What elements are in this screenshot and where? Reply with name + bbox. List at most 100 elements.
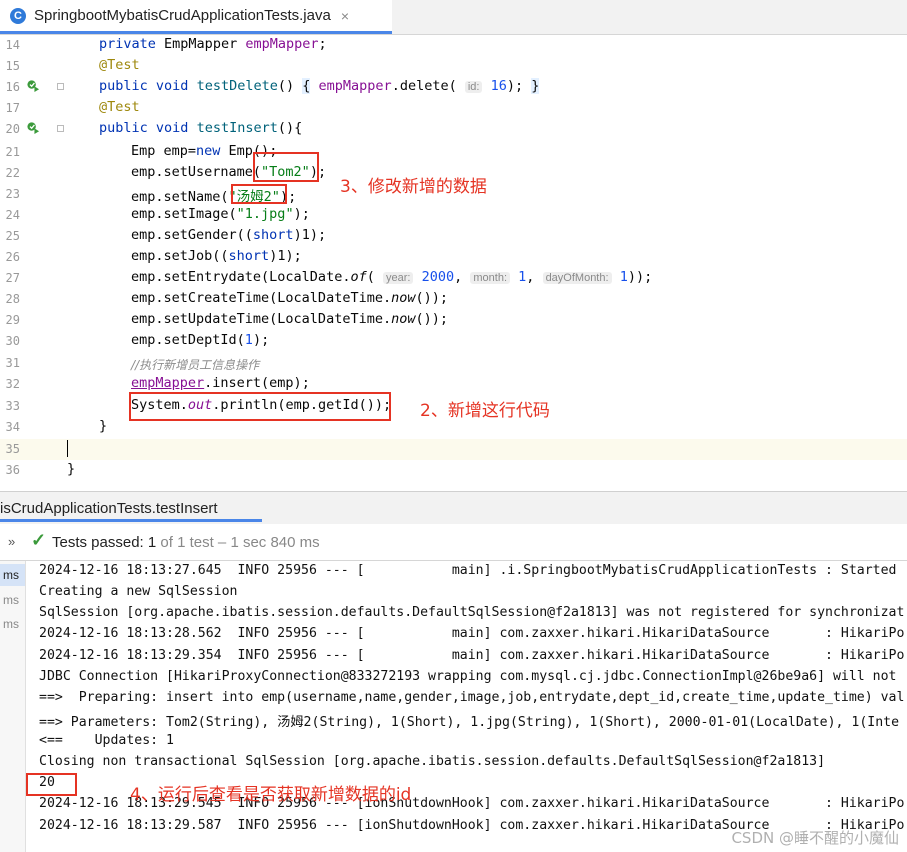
line-number: 14 xyxy=(5,38,20,52)
java-class-icon: C xyxy=(10,7,26,24)
tests-passed-count: 1 xyxy=(147,534,157,551)
field-ref: empMapper xyxy=(131,375,205,391)
line-number: 34 xyxy=(5,420,20,434)
static-method: now xyxy=(391,311,416,327)
code-line: 25 emp.setGender((short)1); xyxy=(0,226,907,247)
line-number: 23 xyxy=(5,187,20,201)
static-method: now xyxy=(391,290,416,306)
code-text: } xyxy=(67,461,76,477)
code-line-current: 35 xyxy=(0,439,907,460)
keyword-void: void xyxy=(155,78,189,94)
number-literal: 1 xyxy=(518,269,527,285)
line-number: 26 xyxy=(5,250,20,264)
line-number: 33 xyxy=(5,399,20,413)
code-line: 24 emp.setImage("1.jpg"); xyxy=(0,205,907,226)
close-icon[interactable]: × xyxy=(341,8,349,24)
method-test-insert: testInsert xyxy=(196,120,278,136)
test-tree-item[interactable]: ms xyxy=(3,617,19,631)
line-number: 15 xyxy=(5,59,20,73)
run-test-icon[interactable] xyxy=(27,121,40,134)
line-number: 35 xyxy=(5,442,20,456)
fold-marker-icon[interactable] xyxy=(57,125,64,132)
console-line: Creating a new SqlSession xyxy=(39,584,238,599)
run-config-tab[interactable]: isCrudApplicationTests.testInsert xyxy=(0,500,218,517)
keyword-public: public xyxy=(99,78,148,94)
call-text: .delete( xyxy=(391,78,457,94)
code-text: ); xyxy=(293,206,310,222)
code-text: emp.setImage( xyxy=(131,206,237,222)
line-number: 17 xyxy=(5,101,20,115)
annotation-note-2: 2、新增这行代码 xyxy=(420,401,550,421)
fold-marker-icon[interactable] xyxy=(57,83,64,90)
console-line: Closing non transactional SqlSession [or… xyxy=(39,754,826,769)
code-line: 27 emp.setEntrydate(LocalDate.of( year: … xyxy=(0,268,907,289)
expand-chevron-icon[interactable]: » xyxy=(8,534,15,549)
code-comment: //执行新增员工信息操作 xyxy=(131,358,260,372)
console-line: 2024-12-16 18:13:28.562 INFO 25956 --- [… xyxy=(39,626,905,641)
keyword-short: short xyxy=(252,227,294,243)
string-literal: "1.jpg" xyxy=(236,206,294,222)
console-line: JDBC Connection [HikariProxyConnection@8… xyxy=(39,669,897,684)
code-line: 28 emp.setCreateTime(LocalDateTime.now()… xyxy=(0,289,907,310)
line-number: 36 xyxy=(5,463,20,477)
text-caret xyxy=(67,440,68,457)
code-text: } xyxy=(99,418,108,434)
line-number: 20 xyxy=(5,122,20,136)
field-ref: empMapper xyxy=(318,78,392,94)
console-line: <== Updates: 1 xyxy=(39,733,174,748)
code-line: 20 public void testInsert(){ xyxy=(0,119,907,140)
code-line: 31 //执行新增员工信息操作 xyxy=(0,353,907,374)
annotation-note-3: 3、修改新增的数据 xyxy=(340,177,487,197)
test-tree-item[interactable]: ms xyxy=(3,593,19,607)
console-line-id-output: 20 xyxy=(39,775,55,790)
console-line: ==> Parameters: Tom2(String), 汤姆2(String… xyxy=(39,715,900,730)
console-output[interactable]: 2024-12-16 18:13:27.645 INFO 25956 --- [… xyxy=(39,561,907,852)
keyword-short: short xyxy=(228,248,270,264)
code-text: emp.setUsername( xyxy=(131,164,262,180)
line-number: 28 xyxy=(5,292,20,306)
code-editor[interactable]: 14 private EmpMapper empMapper; 15 @Test… xyxy=(0,35,907,490)
highlight-box-println xyxy=(129,392,391,421)
code-line: 17 @Test xyxy=(0,98,907,119)
test-tree-item[interactable]: ms xyxy=(0,564,25,586)
tests-passed-detail: of 1 test – 1 sec 840 ms xyxy=(156,534,320,551)
editor-tab-bar: C SpringbootMybatisCrudApplicationTests.… xyxy=(0,0,907,35)
annotation-note-4: 4、运行后查看是否获取新增数据的id xyxy=(130,785,412,805)
code-line: 21 Emp emp=new Emp(); xyxy=(0,142,907,163)
check-icon: ✓ xyxy=(31,530,47,550)
run-test-icon[interactable] xyxy=(27,79,40,92)
code-text: emp.setEntrydate(LocalDate. xyxy=(131,269,351,285)
code-text: emp.setDeptId( xyxy=(131,332,245,348)
tab-filename: SpringbootMybatisCrudApplicationTests.ja… xyxy=(34,7,331,24)
code-text: )1); xyxy=(293,227,327,243)
keyword-private: private xyxy=(99,36,156,52)
console-line: ==> Preparing: insert into emp(username,… xyxy=(39,690,905,705)
code-line: 30 emp.setDeptId(1); xyxy=(0,331,907,352)
param-hint: dayOfMonth: xyxy=(542,272,612,284)
line-number: 16 xyxy=(5,80,20,94)
field-name: empMapper xyxy=(245,36,319,52)
code-text: emp.setGender(( xyxy=(131,227,253,243)
highlight-box-name xyxy=(231,184,287,204)
keyword-void: void xyxy=(155,120,189,136)
line-number: 21 xyxy=(5,145,20,159)
code-text: emp.setCreateTime(LocalDateTime. xyxy=(131,290,392,306)
csdn-watermark: CSDN @睡不醒的小魔仙 xyxy=(731,829,899,847)
number-literal: 1 xyxy=(619,269,628,285)
code-text: ); xyxy=(252,332,270,348)
code-line: 14 private EmpMapper empMapper; xyxy=(0,35,907,56)
param-hint: month: xyxy=(470,272,511,284)
active-tab-underline xyxy=(0,519,262,522)
tab-springboot-tests[interactable]: C SpringbootMybatisCrudApplicationTests.… xyxy=(0,0,392,34)
run-panel-header: isCrudApplicationTests.testInsert xyxy=(0,491,907,524)
annotation-test: @Test xyxy=(99,57,140,73)
line-number: 31 xyxy=(5,356,20,370)
console-line: 2024-12-16 18:13:29.354 INFO 25956 --- [… xyxy=(39,648,905,663)
line-number: 29 xyxy=(5,313,20,327)
code-text: )1); xyxy=(269,248,302,264)
method-test-delete: testDelete xyxy=(196,78,278,94)
code-text: Emp emp= xyxy=(131,143,197,159)
test-tree-sidebar[interactable]: ms ms ms xyxy=(0,561,26,852)
line-number: 30 xyxy=(5,334,20,348)
number-literal: 1 xyxy=(244,332,253,348)
